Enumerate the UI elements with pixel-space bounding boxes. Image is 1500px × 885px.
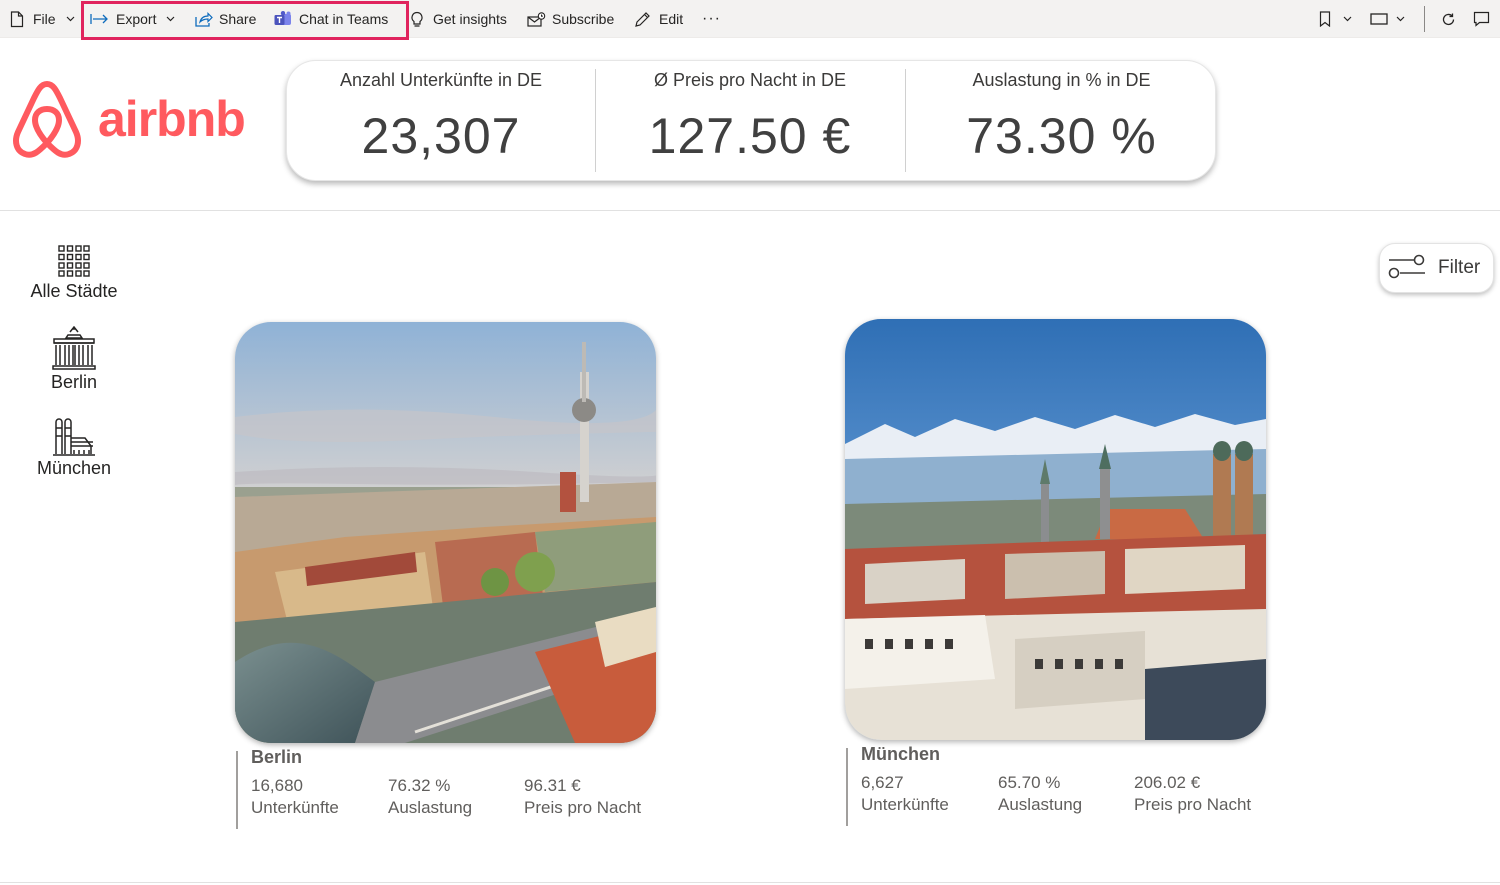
get-insights-label: Get insights: [433, 11, 507, 27]
stat-value: 16,680: [251, 776, 303, 795]
view-icon: [1370, 12, 1388, 26]
edit-label: Edit: [659, 11, 684, 27]
kpi-value: 127.50 €: [648, 108, 852, 164]
chevron-down-icon: [1343, 16, 1352, 22]
stat-label: Preis pro Nacht: [524, 798, 642, 817]
chat-in-teams-button[interactable]: Chat in Teams: [274, 0, 388, 38]
stat-label: Unterkünfte: [251, 798, 339, 817]
listings-stat: 6,627 Unterkünfte: [861, 772, 949, 816]
stat-label: Preis pro Nacht: [1134, 795, 1252, 814]
header-divider: [0, 210, 1500, 211]
stat-value: 6,627: [861, 773, 904, 792]
airbnb-logo: airbnb: [10, 80, 246, 163]
city-name: München: [861, 744, 940, 764]
stat-label: Auslastung: [998, 795, 1083, 814]
price-stat: 96.31 € Preis pro Nacht: [524, 775, 641, 819]
stat-label: Unterkünfte: [861, 795, 949, 814]
filter-label: Filter: [1438, 257, 1481, 278]
chevron-down-icon: [166, 16, 175, 22]
occupancy-stat: 65.70 % Auslastung: [998, 772, 1082, 816]
kpi-value: 73.30 %: [966, 108, 1157, 164]
kpi-label: Ø Preis pro Nacht in DE: [653, 70, 847, 90]
export-menu[interactable]: Export: [90, 0, 175, 38]
bottom-divider: [0, 882, 1500, 883]
stat-label: Auslastung: [388, 798, 473, 817]
kpi-avg-price: Ø Preis pro Nacht in DE 127.50 €: [596, 61, 904, 182]
share-label: Share: [219, 11, 257, 27]
comment-icon: [1473, 11, 1490, 27]
kpi-label: Anzahl Unterkünfte in DE: [339, 70, 543, 90]
view-menu[interactable]: [1370, 0, 1405, 38]
toolbar-separator: [1424, 6, 1425, 32]
grid-icon: [0, 245, 148, 277]
filter-button[interactable]: Filter: [1379, 243, 1494, 293]
chevron-down-icon: [1396, 16, 1405, 22]
bookmark-icon: [1319, 11, 1331, 27]
muenchen-city-image[interactable]: [845, 319, 1266, 740]
brandenburg-gate-icon: [0, 326, 148, 370]
chat-in-teams-label: Chat in Teams: [299, 11, 389, 27]
subscribe-mail-icon: [527, 11, 546, 27]
nav-label: Berlin: [50, 372, 98, 392]
subscribe-label: Subscribe: [552, 11, 615, 27]
export-label: Export: [116, 11, 157, 27]
berlin-info: Berlin 16,680 Unterkünfte 76.32 % Auslas…: [236, 747, 641, 829]
teams-icon: [274, 11, 293, 27]
frauenkirche-icon: [0, 414, 148, 456]
kpi-value: 23,307: [361, 108, 521, 164]
occupancy-stat: 76.32 % Auslastung: [388, 775, 472, 819]
kpi-card: Anzahl Unterkünfte in DE 23,307 Ø Preis …: [286, 60, 1216, 181]
stat-value: 76.32 %: [388, 776, 451, 795]
kpi-label: Auslastung in % in DE: [972, 70, 1151, 90]
muenchen-info: München 6,627 Unterkünfte 65.70 % Auslas…: [846, 744, 1251, 826]
pencil-icon: [634, 11, 651, 28]
get-insights-button[interactable]: Get insights: [410, 0, 507, 38]
comment-button[interactable]: [1473, 0, 1490, 38]
kpi-listings: Anzahl Unterkünfte in DE 23,307: [287, 61, 595, 182]
more-options-button[interactable]: ···: [702, 0, 721, 38]
subscribe-button[interactable]: Subscribe: [527, 0, 614, 38]
more-options-icon: ···: [702, 10, 721, 27]
listings-stat: 16,680 Unterkünfte: [251, 775, 339, 819]
nav-muenchen[interactable]: München: [0, 414, 148, 479]
report-toolbar: File Export Share Chat in Teams Get insi…: [0, 0, 1500, 40]
edit-button[interactable]: Edit: [634, 0, 683, 38]
city-name: Berlin: [251, 747, 303, 767]
stat-value: 206.02 €: [1134, 773, 1201, 792]
file-menu[interactable]: File: [10, 0, 75, 38]
chevron-down-icon: [66, 16, 75, 22]
nav-label: München: [36, 458, 112, 478]
share-icon: [195, 11, 213, 27]
price-stat: 206.02 € Preis pro Nacht: [1134, 772, 1251, 816]
refresh-button[interactable]: [1441, 0, 1456, 38]
airbnb-belo-icon: [10, 80, 84, 163]
export-icon: [90, 13, 110, 25]
file-label: File: [33, 11, 56, 27]
nav-all-cities[interactable]: Alle Städte: [0, 245, 148, 302]
airbnb-wordmark: airbnb: [98, 90, 246, 147]
refresh-icon: [1441, 12, 1456, 27]
berlin-city-image[interactable]: [235, 322, 656, 743]
filter-sliders-icon: [1388, 252, 1426, 285]
stat-value: 65.70 %: [998, 773, 1061, 792]
share-button[interactable]: Share: [195, 0, 256, 38]
bookmark-menu[interactable]: [1319, 0, 1352, 38]
stat-value: 96.31 €: [524, 776, 581, 795]
kpi-occupancy: Auslastung in % in DE 73.30 %: [906, 61, 1217, 182]
lightbulb-icon: [410, 11, 424, 28]
file-icon: [10, 10, 24, 28]
nav-berlin[interactable]: Berlin: [0, 326, 148, 393]
nav-label: Alle Städte: [30, 281, 118, 301]
